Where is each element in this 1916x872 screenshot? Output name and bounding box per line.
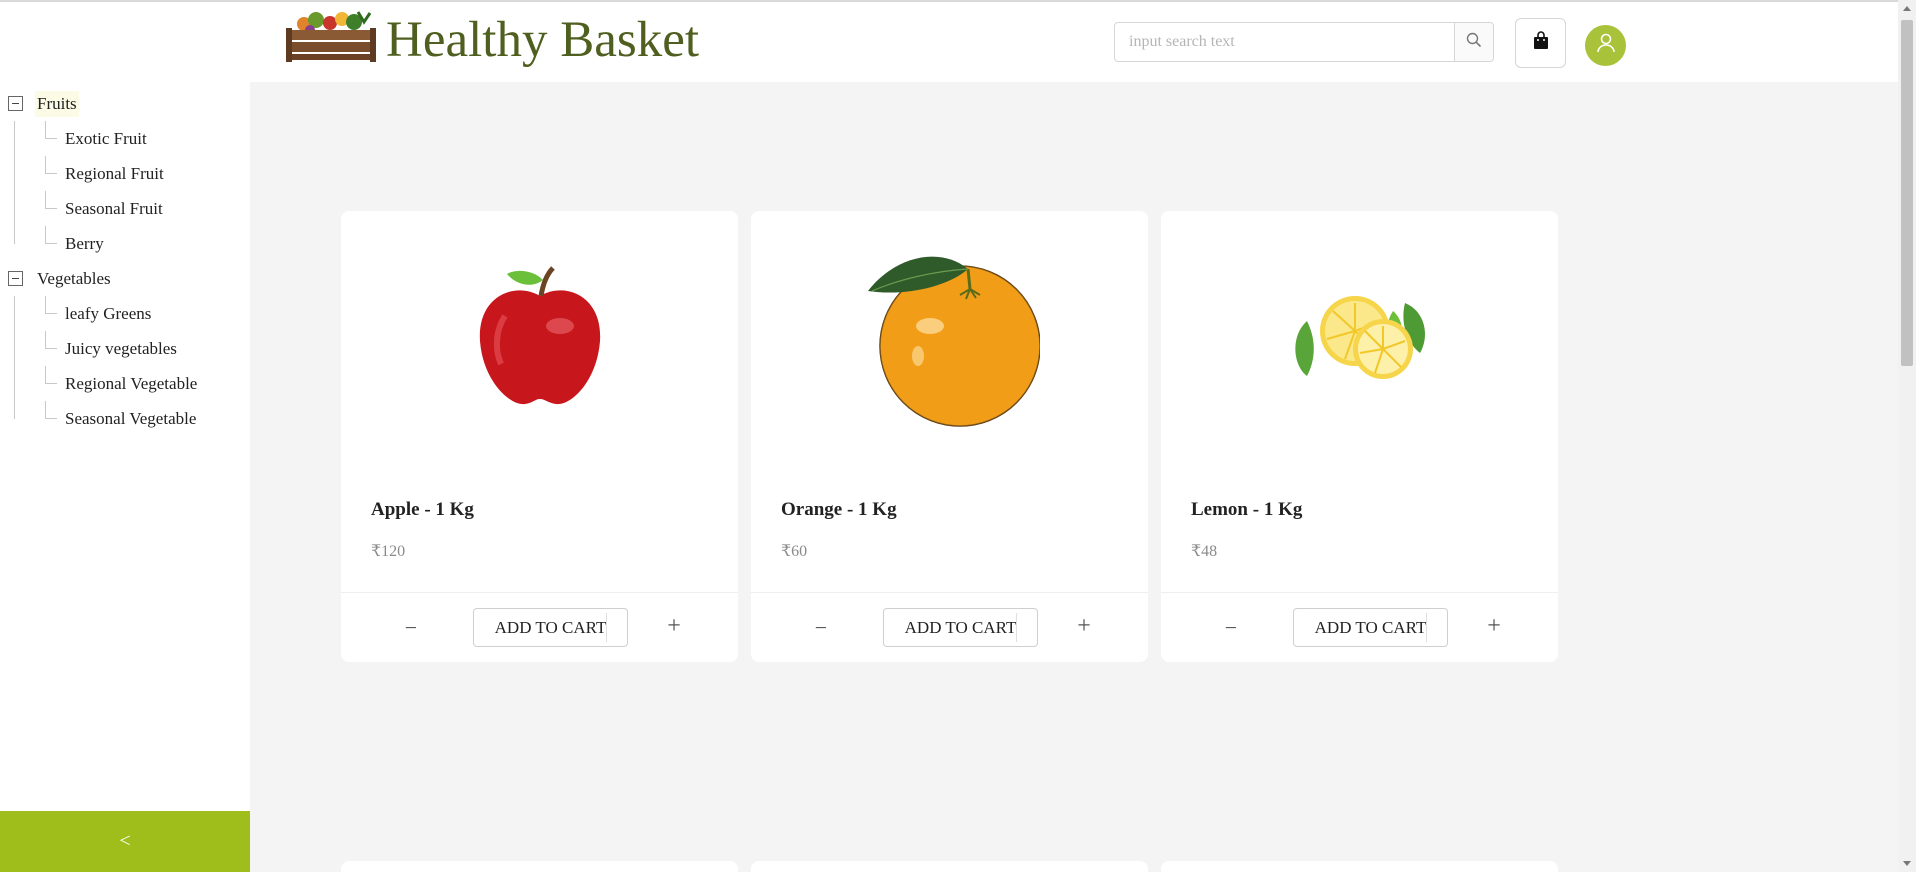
decrease-quantity-button[interactable]: − [396,613,426,643]
lemon-icon [1161,211,1558,461]
collapse-toggle-icon[interactable] [8,96,23,111]
tree-item-seasonal-vegetable[interactable]: Seasonal Vegetable [0,401,250,436]
product-name[interactable]: Orange - 1 Kg [781,499,897,521]
tree-item-label[interactable]: Regional Fruit [65,164,164,184]
tree-node-label[interactable]: Fruits [35,90,79,117]
shopping-bag-icon [1532,30,1550,56]
tree-item-label[interactable]: Exotic Fruit [65,129,147,149]
tree-item-label[interactable]: Juicy vegetables [65,339,177,359]
tree-item-label[interactable]: Regional Vegetable [65,374,197,394]
product-grid-area: Apple - 1 Kg ₹120 − ADD TO CART + Orange… [250,82,1898,872]
product-actions: − ADD TO CART + [751,592,1148,662]
tree-item-exotic-fruit[interactable]: Exotic Fruit [0,121,250,156]
tree-node-vegetables[interactable]: Vegetables [0,261,250,296]
tree-item-label[interactable]: Seasonal Fruit [65,199,163,219]
tree-item-label[interactable]: Seasonal Vegetable [65,409,196,429]
product-price: ₹60 [781,543,808,560]
tree-node-label[interactable]: Vegetables [35,266,113,292]
user-avatar-button[interactable] [1585,25,1626,66]
brand-title: Healthy Basket [386,12,699,68]
decrease-quantity-button[interactable]: − [806,613,836,643]
tree-item-regional-fruit[interactable]: Regional Fruit [0,156,250,191]
scroll-down-arrow-icon[interactable] [1903,861,1911,866]
scrollbar-thumb[interactable] [1901,20,1913,366]
product-actions: − ADD TO CART + [1161,592,1558,662]
search-button[interactable] [1454,23,1493,61]
increase-quantity-button[interactable]: + [1069,611,1099,641]
search-icon [1466,32,1482,53]
product-price: ₹120 [371,543,406,560]
increase-quantity-button[interactable]: + [1479,611,1509,641]
apple-icon [341,211,738,461]
product-card-partial [341,861,738,872]
tree-item-berry[interactable]: Berry [0,226,250,261]
tree-item-label[interactable]: leafy Greens [65,304,151,324]
category-sidebar: Fruits Exotic Fruit Regional Fruit Seaso… [0,82,250,872]
tree-item-leafy-greens[interactable]: leafy Greens [0,296,250,331]
tree-node-fruits[interactable]: Fruits [0,86,250,121]
product-name[interactable]: Apple - 1 Kg [371,499,474,521]
cart-button[interactable] [1515,18,1566,68]
product-card-partial [1161,861,1558,872]
tree-item-juicy-vegetables[interactable]: Juicy vegetables [0,331,250,366]
logo-basket-icon [286,10,376,62]
product-card-partial [751,861,1148,872]
tree-item-seasonal-fruit[interactable]: Seasonal Fruit [0,191,250,226]
product-card-orange: Orange - 1 Kg ₹60 − ADD TO CART + [751,211,1148,662]
header: Healthy Basket [0,2,1898,82]
product-price: ₹48 [1191,543,1218,560]
sidebar-collapse-button[interactable]: < [0,811,250,872]
add-to-cart-button[interactable]: ADD TO CART [1293,608,1448,647]
product-card-lemon: Lemon - 1 Kg ₹48 − ADD TO CART + [1161,211,1558,662]
product-list: Apple - 1 Kg ₹120 − ADD TO CART + Orange… [341,211,1558,662]
orange-icon [751,211,1148,461]
scroll-up-arrow-icon[interactable] [1903,6,1911,11]
product-card-apple: Apple - 1 Kg ₹120 − ADD TO CART + [341,211,738,662]
collapse-toggle-icon[interactable] [8,271,23,286]
search-box [1114,22,1494,62]
add-to-cart-button[interactable]: ADD TO CART [883,608,1038,647]
chevron-left-icon: < [119,830,131,852]
increase-quantity-button[interactable]: + [659,611,689,641]
tree-item-label[interactable]: Berry [65,234,104,254]
decrease-quantity-button[interactable]: − [1216,613,1246,643]
product-name[interactable]: Lemon - 1 Kg [1191,499,1302,521]
next-product-row [341,861,1558,872]
category-tree: Fruits Exotic Fruit Regional Fruit Seaso… [0,82,250,436]
search-input[interactable] [1115,23,1454,61]
add-to-cart-button[interactable]: ADD TO CART [473,608,628,647]
product-actions: − ADD TO CART + [341,592,738,662]
page-scrollbar[interactable] [1898,0,1916,872]
user-icon [1595,32,1617,59]
tree-item-regional-vegetable[interactable]: Regional Vegetable [0,366,250,401]
